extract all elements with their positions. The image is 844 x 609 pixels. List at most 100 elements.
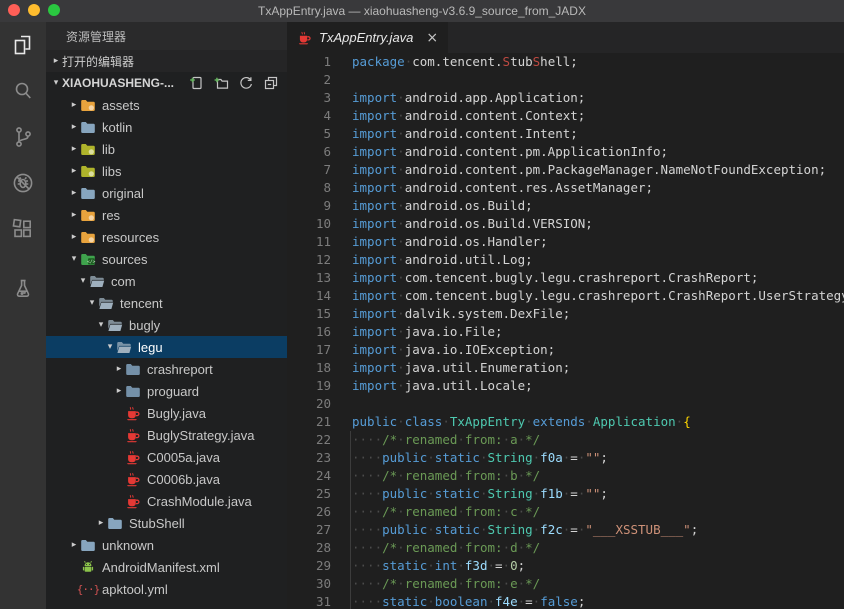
tree-item-label: lib (102, 141, 116, 157)
code-line-30[interactable]: 30 ····/*·renamed·from:·e·*/ (287, 575, 844, 593)
traffic-light-close-button[interactable] (8, 4, 20, 16)
code-line-23[interactable]: 23 ····public·static·String·f0a·=·""; (287, 449, 844, 467)
code-line-20[interactable]: 20 (287, 395, 844, 413)
code-line-7[interactable]: 7 import·android.content.pm.PackageManage… (287, 161, 844, 179)
code-line-21[interactable]: 21 public·class·TxAppEntry·extends·Applic… (287, 413, 844, 431)
activity-extensions[interactable] (0, 206, 46, 252)
extensions-icon (12, 218, 32, 238)
code-line-8[interactable]: 8 import·android.content.res.AssetManager… (287, 179, 844, 197)
tree-item-tencent[interactable]: ▾ tencent (46, 292, 287, 314)
open-editors-header[interactable]: ▸ 打开的编辑器 (46, 50, 287, 72)
code-line-9[interactable]: 9 import·android.os.Build; (287, 197, 844, 215)
code-line-1[interactable]: 1 package·com.tencent.StubShell; (287, 53, 844, 71)
tree-item-kotlin[interactable]: ▸ kotlin (46, 116, 287, 138)
tree-item-apktool.yml[interactable]: {··} apktool.yml (46, 578, 287, 600)
line-number: 29 (315, 558, 331, 573)
code-line-6[interactable]: 6 import·android.content.pm.ApplicationIn… (287, 143, 844, 161)
new-file-button[interactable] (188, 75, 204, 91)
activity-tests[interactable] (0, 266, 46, 312)
tree-item-resources[interactable]: ▸ resources (46, 226, 287, 248)
titlebar: TxAppEntry.java — xiaohuasheng-v3.6.9_so… (0, 0, 844, 22)
tree-item-label: tencent (120, 295, 163, 311)
activity-explorer[interactable] (0, 22, 46, 68)
android-file-icon (80, 559, 96, 575)
line-number: 8 (323, 180, 331, 195)
svg-text:</>: </> (87, 259, 96, 265)
chevron-down-icon: ▾ (107, 342, 113, 352)
traffic-light-zoom-button[interactable] (48, 4, 60, 16)
code-text: import·com.tencent.bugly.legu.crashrepor… (352, 270, 759, 285)
tree-item-StubShell[interactable]: ▸ StubShell (46, 512, 287, 534)
tree-item-label: crashreport (147, 361, 213, 377)
code-text: import·android.os.Build.VERSION; (352, 216, 593, 231)
code-line-11[interactable]: 11 import·android.os.Handler; (287, 233, 844, 251)
folder-icon: </> (80, 251, 96, 267)
traffic-light-minimize-button[interactable] (28, 4, 40, 16)
tree-item-original[interactable]: ▸ original (46, 182, 287, 204)
tree-item-crashreport[interactable]: ▸ crashreport (46, 358, 287, 380)
code-line-16[interactable]: 16 import·java.io.File; (287, 323, 844, 341)
tree-item-com[interactable]: ▾ com (46, 270, 287, 292)
code-line-12[interactable]: 12 import·android.util.Log; (287, 251, 844, 269)
chevron-down-icon: ▾ (89, 298, 95, 308)
code-line-14[interactable]: 14 import·com.tencent.bugly.legu.crashrep… (287, 287, 844, 305)
tree-item-C0006b.java[interactable]: C0006b.java (46, 468, 287, 490)
code-line-13[interactable]: 13 import·com.tencent.bugly.legu.crashrep… (287, 269, 844, 287)
code-area[interactable]: 1 package·com.tencent.StubShell; 2 3 import·… (287, 53, 844, 609)
chevron-down-icon: ▾ (71, 254, 77, 264)
code-line-3[interactable]: 3 import·android.app.Application; (287, 89, 844, 107)
tree-item-CrashModule.java[interactable]: CrashModule.java (46, 490, 287, 512)
sidebar-title: 资源管理器 (46, 22, 287, 50)
code-line-18[interactable]: 18 import·java.util.Enumeration; (287, 359, 844, 377)
tree-item-lib[interactable]: ▸ lib (46, 138, 287, 160)
code-line-2[interactable]: 2 (287, 71, 844, 89)
line-number: 20 (315, 396, 331, 411)
tab-close-icon[interactable]: × (426, 30, 438, 46)
code-line-17[interactable]: 17 import·java.io.IOException; (287, 341, 844, 359)
tree-item-assets[interactable]: ▸ assets (46, 94, 287, 116)
activity-debug-off[interactable] (0, 160, 46, 206)
refresh-button[interactable] (238, 75, 254, 91)
folder-icon (80, 119, 96, 135)
code-line-10[interactable]: 10 import·android.os.Build.VERSION; (287, 215, 844, 233)
window-title: TxAppEntry.java — xiaohuasheng-v3.6.9_so… (258, 4, 586, 18)
code-line-5[interactable]: 5 import·android.content.Intent; (287, 125, 844, 143)
tree-item-res[interactable]: ▸ res (46, 204, 287, 226)
tab-txappentry[interactable]: TxAppEntry.java × (287, 22, 449, 53)
line-number: 25 (315, 486, 331, 501)
code-text: import·java.io.IOException; (352, 342, 556, 357)
activity-source-control[interactable] (0, 114, 46, 160)
tree-item-label: Bugly.java (147, 405, 207, 421)
file-tree: ▸ assets ▸ kotlin ▸ lib ▸ libs ▸ original ▸ res ▸ res… (46, 94, 287, 600)
code-line-15[interactable]: 15 import·dalvik.system.DexFile; (287, 305, 844, 323)
tree-item-bugly[interactable]: ▾ bugly (46, 314, 287, 336)
tree-item-libs[interactable]: ▸ libs (46, 160, 287, 182)
tree-item-AndroidManifest.xml[interactable]: AndroidManifest.xml (46, 556, 287, 578)
chevron-down-icon: ▾ (53, 78, 59, 88)
code-line-27[interactable]: 27 ····public·static·String·f2c·=·"___XSS… (287, 521, 844, 539)
code-line-24[interactable]: 24 ····/*·renamed·from:·b·*/ (287, 467, 844, 485)
tree-item-Bugly.java[interactable]: Bugly.java (46, 402, 287, 424)
new-folder-button[interactable] (213, 75, 229, 91)
code-line-28[interactable]: 28 ····/*·renamed·from:·d·*/ (287, 539, 844, 557)
code-line-22[interactable]: 22 ····/*·renamed·from:·a·*/ (287, 431, 844, 449)
tree-item-legu[interactable]: ▾ legu (46, 336, 287, 358)
chevron-down-icon: ▾ (80, 276, 86, 286)
code-line-25[interactable]: 25 ····public·static·String·f1b·=·""; (287, 485, 844, 503)
tree-item-proguard[interactable]: ▸ proguard (46, 380, 287, 402)
code-line-19[interactable]: 19 import·java.util.Locale; (287, 377, 844, 395)
activity-search[interactable] (0, 68, 46, 114)
line-number: 24 (315, 468, 331, 483)
code-line-4[interactable]: 4 import·android.content.Context; (287, 107, 844, 125)
project-header[interactable]: ▾ XIAOHUASHENG-... (46, 72, 287, 94)
tree-item-sources[interactable]: ▾ </> sources (46, 248, 287, 270)
no-bug-icon (13, 173, 33, 193)
tree-item-BuglyStrategy.java[interactable]: BuglyStrategy.java (46, 424, 287, 446)
line-number: 26 (315, 504, 331, 519)
tree-item-unknown[interactable]: ▸ unknown (46, 534, 287, 556)
code-line-31[interactable]: 31 ····static·boolean·f4e·=·false; (287, 593, 844, 609)
code-line-29[interactable]: 29 ····static·int·f3d·=·0; (287, 557, 844, 575)
tree-item-C0005a.java[interactable]: C0005a.java (46, 446, 287, 468)
code-line-26[interactable]: 26 ····/*·renamed·from:·c·*/ (287, 503, 844, 521)
collapse-all-button[interactable] (263, 75, 279, 91)
